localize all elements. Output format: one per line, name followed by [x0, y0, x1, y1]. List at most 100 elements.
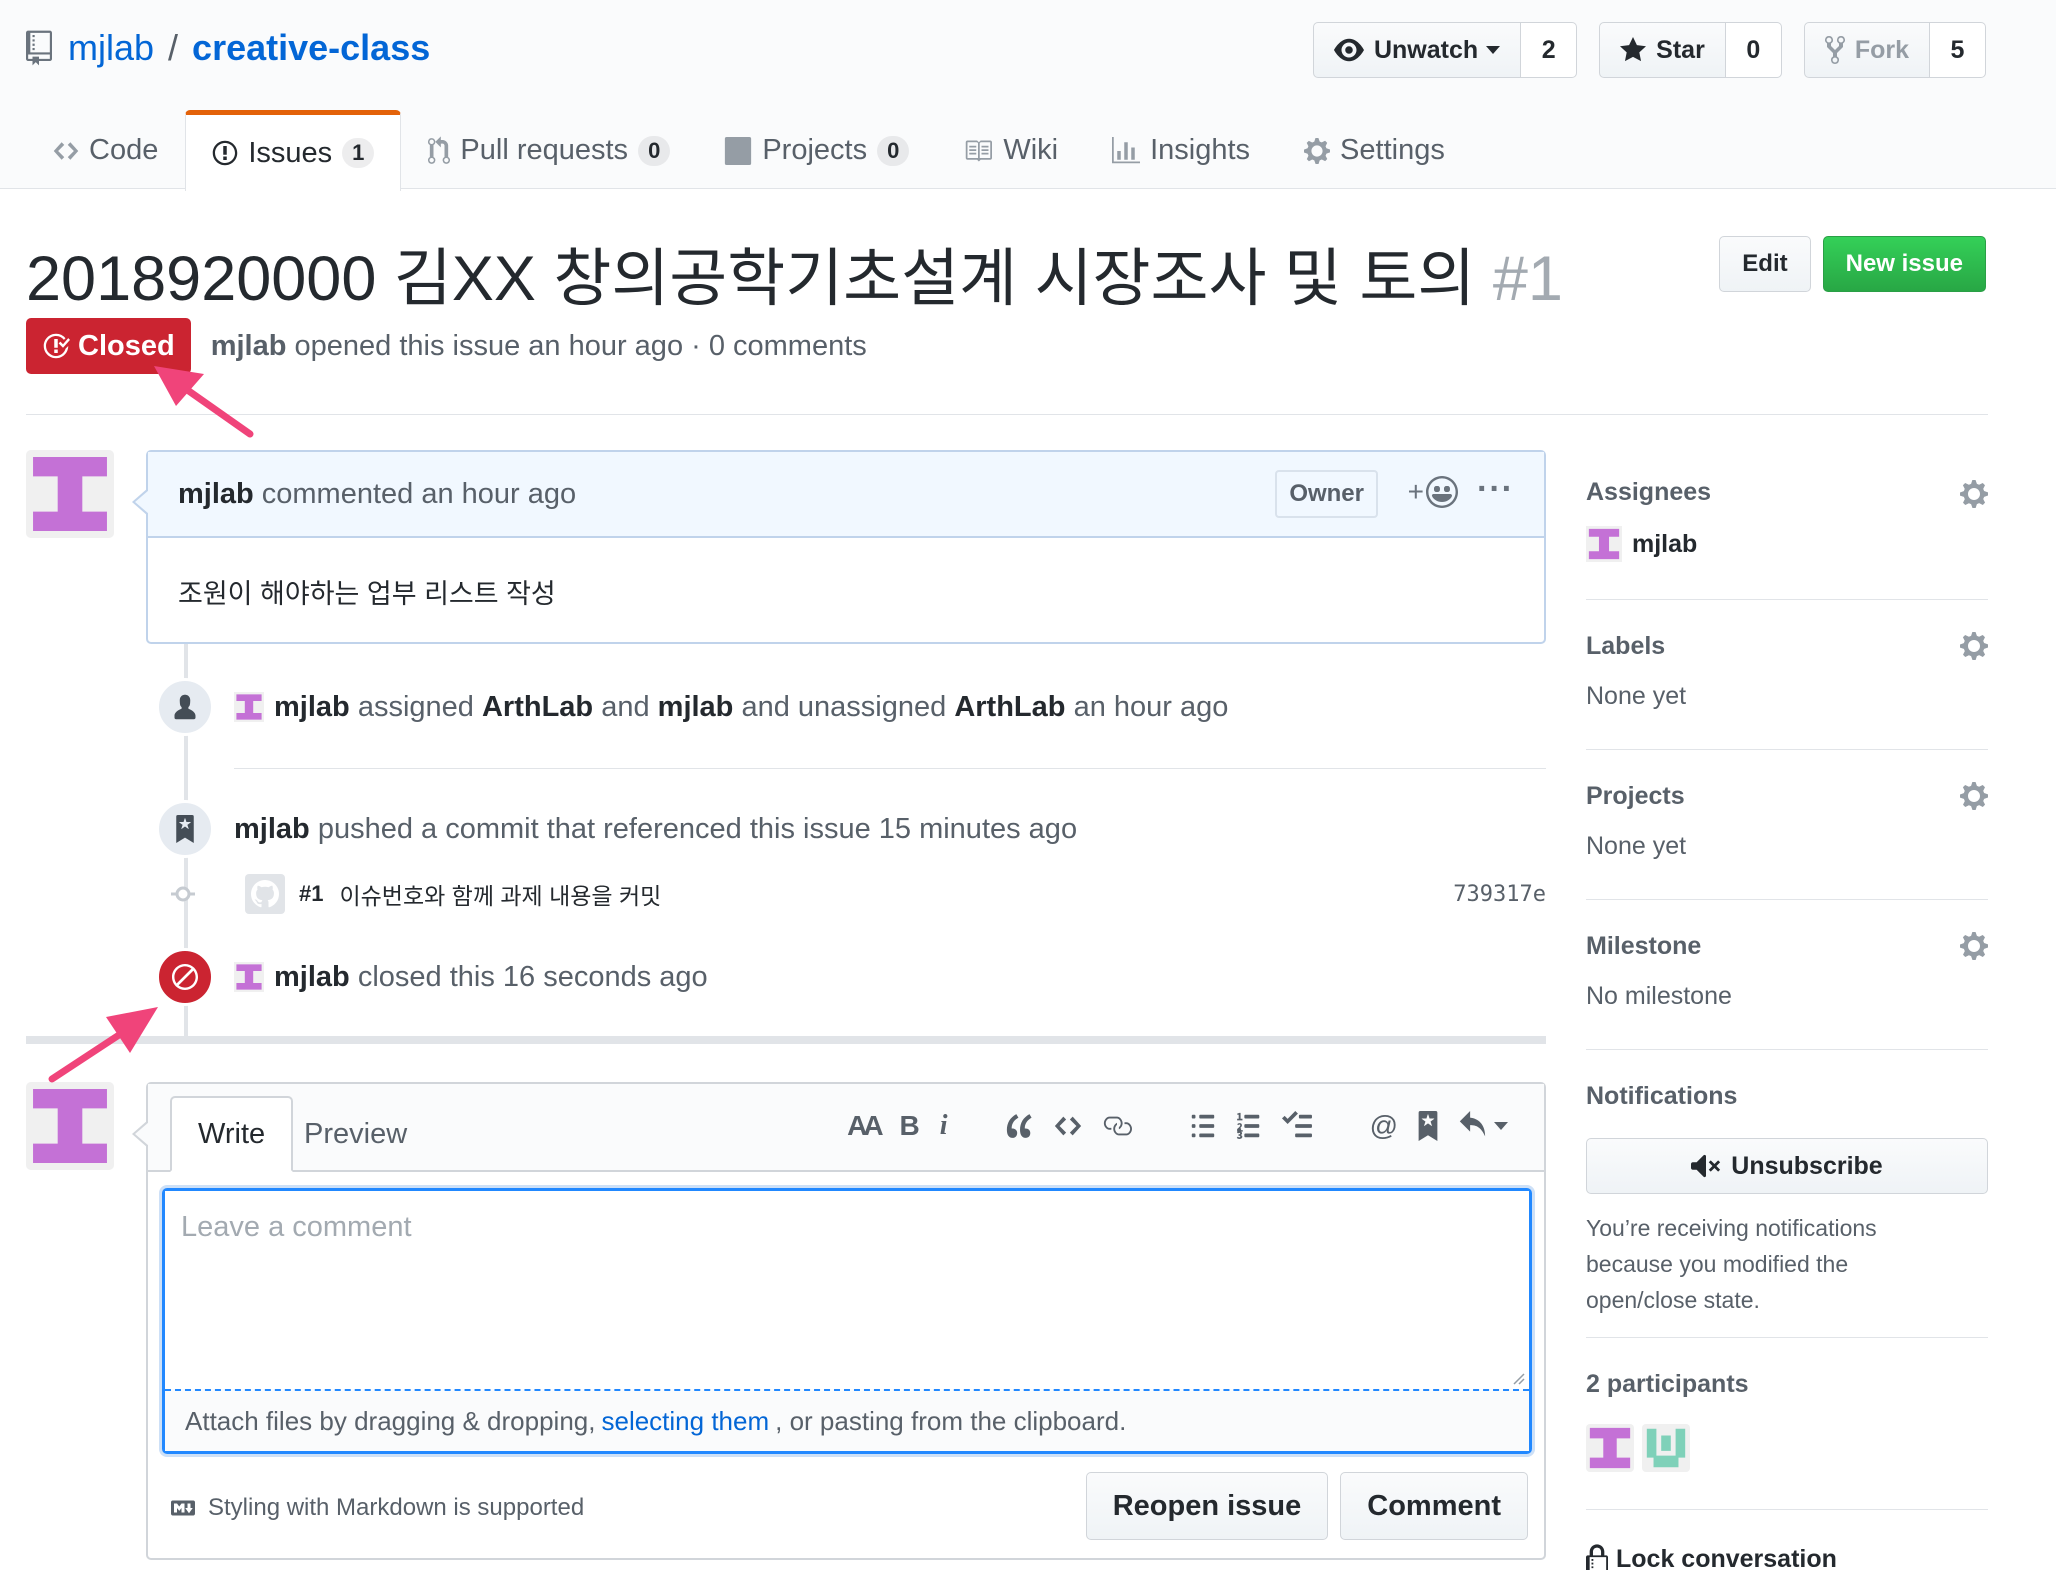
- saved-replies-button[interactable]: [1458, 1111, 1508, 1141]
- tab-code[interactable]: Code: [26, 110, 185, 190]
- mention-button[interactable]: @: [1370, 1110, 1398, 1142]
- gear-icon[interactable]: [1960, 780, 1988, 812]
- star-label: Star: [1656, 35, 1705, 64]
- event-time[interactable]: an hour ago: [1074, 691, 1229, 723]
- sidebar-projects: Projects None yet: [1586, 750, 1988, 900]
- comment-author-link[interactable]: mjlab: [178, 478, 254, 511]
- link-button[interactable]: [1102, 1111, 1132, 1141]
- toolbar-group-blocks: [996, 1111, 1142, 1141]
- fork-button[interactable]: Fork: [1803, 22, 1930, 78]
- ordered-list-button[interactable]: [1236, 1111, 1262, 1141]
- comment-options-button[interactable]: ···: [1477, 470, 1514, 509]
- labels-value: None yet: [1586, 682, 1687, 710]
- watchers-count[interactable]: 2: [1521, 22, 1578, 78]
- markdown-hint-link[interactable]: Styling with Markdown is supported: [168, 1494, 584, 1522]
- comment-button[interactable]: Comment: [1340, 1472, 1528, 1540]
- issue-icon: [213, 140, 238, 166]
- avatar[interactable]: [234, 692, 264, 722]
- chevron-down-icon: [1486, 46, 1501, 54]
- file-attach-bar[interactable]: Attach files by dragging & dropping, sel…: [165, 1389, 1529, 1451]
- timeline-event-closed: mjlab closed this 16 seconds ago: [156, 948, 708, 1006]
- event-user-link[interactable]: ArthLab: [954, 691, 1065, 723]
- add-reaction-button[interactable]: +: [1408, 476, 1458, 508]
- unwatch-button[interactable]: Unwatch: [1312, 22, 1522, 78]
- sidebar-heading[interactable]: Projects: [1586, 776, 1988, 816]
- repo-name-link[interactable]: creative-class: [192, 27, 430, 69]
- sidebar-heading[interactable]: Milestone: [1586, 926, 1988, 966]
- person-icon: [174, 694, 196, 720]
- event-user-link[interactable]: ArthLab: [482, 691, 593, 723]
- lock-conversation-link[interactable]: Lock conversation: [1586, 1544, 1988, 1570]
- task-list-button[interactable]: [1281, 1111, 1312, 1141]
- tab-insights[interactable]: Insights: [1085, 110, 1277, 190]
- event-actor-link[interactable]: mjlab: [274, 961, 350, 993]
- avatar[interactable]: [26, 450, 114, 538]
- repo-owner-link[interactable]: mjlab: [68, 27, 154, 69]
- pull-request-icon: [428, 135, 451, 164]
- comment-time[interactable]: commented an hour ago: [262, 478, 576, 511]
- reopen-issue-button[interactable]: Reopen issue: [1085, 1472, 1329, 1540]
- owner-badge: Owner: [1275, 470, 1378, 518]
- wiki-icon: [966, 140, 993, 161]
- repo-header: mjlab / creative-class Unwatch 2 Star 0 …: [0, 0, 2056, 191]
- unsubscribe-button[interactable]: Unsubscribe: [1586, 1138, 1988, 1194]
- tab-issues[interactable]: Issues 1: [185, 110, 402, 191]
- unordered-list-button[interactable]: [1190, 1111, 1216, 1141]
- tab-write[interactable]: Write: [170, 1096, 294, 1172]
- commit-message[interactable]: 이슈번호와 함께 과제 내용을 커밋: [339, 877, 661, 911]
- event-actor-link[interactable]: mjlab: [274, 691, 350, 723]
- comment-form-actions: Reopen issue Comment: [1074, 1472, 1528, 1540]
- projects-value: None yet: [1586, 832, 1687, 860]
- edit-title-button[interactable]: Edit: [1719, 236, 1811, 292]
- commit-issue-ref[interactable]: #1: [299, 881, 323, 907]
- avatar[interactable]: [245, 874, 285, 914]
- avatar[interactable]: [26, 1082, 114, 1170]
- assignee-name: mjlab: [1632, 529, 1698, 558]
- fork-label: Fork: [1854, 35, 1909, 64]
- header-button[interactable]: AA: [847, 1110, 884, 1142]
- attach-text: Attach files by dragging & dropping,: [185, 1405, 596, 1436]
- event-user-link[interactable]: mjlab: [658, 691, 734, 723]
- toolbar-group-text: AA B i: [837, 1110, 957, 1142]
- avatar[interactable]: [1586, 1424, 1634, 1472]
- comment-textarea[interactable]: [165, 1191, 1529, 1389]
- code-button[interactable]: [1054, 1111, 1082, 1141]
- sidebar-heading[interactable]: Assignees: [1586, 472, 1988, 512]
- gear-icon[interactable]: [1960, 930, 1988, 962]
- quote-button[interactable]: [1006, 1111, 1034, 1141]
- new-issue-button[interactable]: New issue: [1822, 236, 1986, 292]
- stars-count[interactable]: 0: [1725, 22, 1782, 78]
- code-icon: [1054, 1116, 1081, 1136]
- issue-author-link[interactable]: mjlab: [211, 330, 287, 362]
- star-button[interactable]: Star: [1599, 22, 1726, 78]
- repo-actions: Unwatch 2 Star 0 Fork 5: [1291, 22, 1986, 78]
- attach-text-tail: , or pasting from the clipboard.: [775, 1405, 1127, 1436]
- reference-button[interactable]: [1418, 1111, 1438, 1141]
- tab-preview[interactable]: Preview: [278, 1096, 433, 1172]
- tab-pull-requests[interactable]: Pull requests 0: [401, 110, 697, 190]
- italic-button[interactable]: i: [940, 1110, 948, 1142]
- tab-settings-label: Settings: [1340, 134, 1445, 166]
- tab-settings[interactable]: Settings: [1277, 110, 1472, 190]
- avatar[interactable]: [1642, 1424, 1690, 1472]
- tab-wiki[interactable]: Wiki: [936, 110, 1085, 190]
- event-badge: [156, 948, 214, 1006]
- resize-handle-icon[interactable]: [1509, 1369, 1525, 1385]
- issue-closed-icon: [43, 333, 70, 359]
- event-text: closed this 16 seconds ago: [357, 960, 708, 993]
- assignee-item[interactable]: mjlab: [1586, 526, 1988, 562]
- gear-icon[interactable]: [1960, 478, 1988, 510]
- sidebar-notifications: Notifications Unsubscribe You’re receivi…: [1586, 1050, 1988, 1338]
- identicon-image: [26, 450, 114, 538]
- commit-sha-link[interactable]: 739317e: [1453, 882, 1546, 907]
- gear-icon[interactable]: [1960, 630, 1988, 662]
- select-files-link[interactable]: selecting them: [601, 1406, 769, 1437]
- timeline-event-assigned: mjlab assigned ArthLab and mjlab and una…: [156, 678, 1228, 736]
- tab-projects[interactable]: Projects 0: [697, 110, 936, 190]
- sidebar-heading[interactable]: Labels: [1586, 626, 1988, 666]
- bold-button[interactable]: B: [900, 1110, 920, 1142]
- event-actor-link[interactable]: mjlab: [234, 813, 310, 845]
- avatar[interactable]: [234, 962, 264, 992]
- event-text: and: [601, 690, 650, 723]
- forks-count[interactable]: 5: [1930, 22, 1986, 78]
